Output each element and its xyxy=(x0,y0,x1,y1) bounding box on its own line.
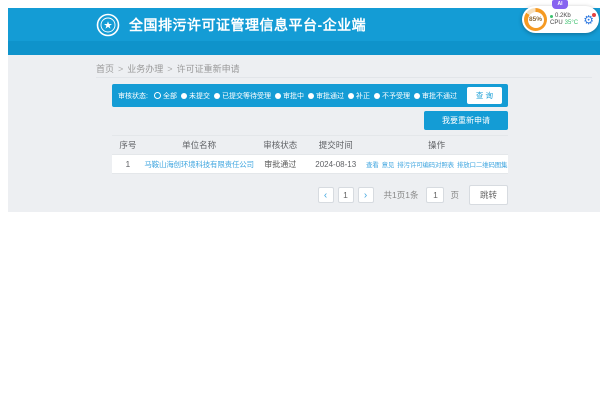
radio-icon xyxy=(308,93,314,99)
radio-correction[interactable]: 补正 xyxy=(348,91,370,101)
radio-not-accepted[interactable]: 不予受理 xyxy=(374,91,410,101)
page-title: 全国排污许可证管理信息平台-企业端 xyxy=(129,15,366,35)
notification-dot-icon xyxy=(592,13,596,17)
radio-icon xyxy=(374,93,380,99)
radio-submitted-awaiting[interactable]: 已提交等待受理 xyxy=(214,91,271,101)
pagination: ‹ 1 › 共1页1条 页 跳转 xyxy=(112,185,508,205)
op-outlet-qrcode-link[interactable]: 排放口二维码图集 xyxy=(457,159,507,169)
breadcrumb: 首页 > 业务办理 > 许可证重新申请 xyxy=(96,60,592,78)
radio-icon xyxy=(181,93,187,99)
secondary-nav-bar xyxy=(8,41,600,55)
breadcrumb-home[interactable]: 首页 xyxy=(96,62,114,75)
main-panel: 审核状态: 全部 未提交 已提交等待受理 审批中 审批通过 补正 不予受理 xyxy=(112,84,508,205)
radio-approved[interactable]: 审批通过 xyxy=(308,91,344,101)
company-link[interactable]: 马鞍山海创环境科技有限责任公司 xyxy=(144,159,255,170)
national-emblem-logo-icon xyxy=(96,13,120,37)
op-view-link[interactable]: 查看 xyxy=(366,159,379,169)
radio-icon xyxy=(214,93,220,99)
jump-unit-label: 页 xyxy=(450,189,459,201)
net-status-dot-icon xyxy=(550,15,553,18)
memory-gauge-icon: 85% xyxy=(524,8,547,31)
submit-date: 2024-08-13 xyxy=(306,160,365,169)
page-1-button[interactable]: 1 xyxy=(338,187,354,203)
breadcrumb-business[interactable]: 业务办理 xyxy=(127,62,163,75)
reapply-button[interactable]: 我要重新申请 xyxy=(424,111,508,130)
toolbar: 我要重新申请 xyxy=(112,111,508,130)
col-date: 提交时间 xyxy=(306,139,365,151)
cpu-label: CPU xyxy=(550,20,563,26)
prev-page-button[interactable]: ‹ xyxy=(318,187,334,203)
net-speed: 0.2Kb xyxy=(555,13,571,19)
radio-not-submitted[interactable]: 未提交 xyxy=(181,91,210,101)
col-index: 序号 xyxy=(112,139,144,151)
radio-not-approved[interactable]: 审批不通过 xyxy=(414,91,457,101)
radio-icon xyxy=(154,92,161,99)
cpu-temp: 35°C xyxy=(565,20,578,26)
pagination-summary: 共1页1条 xyxy=(384,189,419,201)
filter-label: 审核状态: xyxy=(118,91,148,101)
row-index: 1 xyxy=(112,159,144,169)
breadcrumb-current: 许可证重新申请 xyxy=(177,62,240,75)
ai-assistant-icon[interactable]: AI xyxy=(552,0,568,9)
radio-in-review[interactable]: 审批中 xyxy=(275,91,304,101)
breadcrumb-separator: > xyxy=(118,64,123,74)
gauge-percent: 85% xyxy=(528,12,544,28)
op-permit-code-table-link[interactable]: 排污许可编码对照表 xyxy=(397,159,454,169)
table-header-row: 序号 单位名称 审核状态 提交时间 操作 xyxy=(112,135,508,155)
radio-all[interactable]: 全部 xyxy=(154,91,177,101)
radio-icon xyxy=(414,93,420,99)
system-monitor-widget[interactable]: 85% 0.2Kb CPU 35°C ⚙ xyxy=(522,6,599,33)
col-company: 单位名称 xyxy=(144,139,255,151)
app-header: 全国排污许可证管理信息平台-企业端 xyxy=(8,8,600,41)
radio-icon xyxy=(348,93,354,99)
search-button[interactable]: 查 询 xyxy=(467,87,502,104)
monitor-readouts: 0.2Kb CPU 35°C xyxy=(550,13,583,26)
table-row: 1 马鞍山海创环境科技有限责任公司 审批通过 2024-08-13 查看 意见 … xyxy=(112,155,508,174)
status-filter-bar: 审核状态: 全部 未提交 已提交等待受理 审批中 审批通过 补正 不予受理 xyxy=(112,84,508,107)
gear-icon[interactable]: ⚙ xyxy=(583,14,594,26)
jump-page-input[interactable] xyxy=(426,187,444,203)
jump-button[interactable]: 跳转 xyxy=(469,185,508,205)
applications-table: 序号 单位名称 审核状态 提交时间 操作 1 马鞍山海创环境科技有限责任公司 审… xyxy=(112,135,508,174)
operations-cell: 查看 意见 排污许可编码对照表 排放口二维码图集 xyxy=(365,159,508,169)
col-status: 审核状态 xyxy=(255,139,306,151)
col-operations: 操作 xyxy=(365,139,508,151)
next-page-button[interactable]: › xyxy=(358,187,374,203)
breadcrumb-separator: > xyxy=(167,64,172,74)
op-opinion-link[interactable]: 意见 xyxy=(382,159,395,169)
status-value: 审批通过 xyxy=(255,159,306,170)
radio-icon xyxy=(275,93,281,99)
